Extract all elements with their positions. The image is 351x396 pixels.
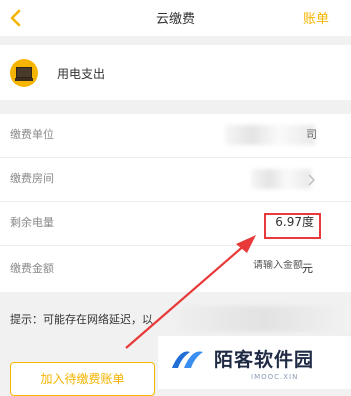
remaining-power-label: 剩余电量	[10, 216, 54, 229]
payment-unit-row[interactable]: 缴费单位 司	[0, 114, 351, 158]
chevron-right-icon	[308, 174, 315, 186]
payment-amount-label: 缴费金额	[10, 262, 54, 275]
payment-unit-value-redacted	[225, 125, 315, 145]
top-bar: 云缴费 账单	[0, 0, 351, 36]
bill-type-row[interactable]: 用电支出	[0, 45, 351, 100]
divider	[0, 245, 351, 246]
amount-unit: 元	[302, 262, 313, 275]
payment-room-row[interactable]: 缴费房间	[0, 158, 351, 202]
annotation-highlight-box	[264, 213, 321, 239]
payment-form: 缴费单位 司 缴费房间 剩余电量 6.97度 缴费金额 元	[0, 114, 351, 292]
tip-text: 提示：可能存在网络延迟，以	[10, 313, 153, 326]
tv-icon	[10, 59, 38, 87]
watermark-subtitle: IMOOC.XIN	[251, 373, 299, 381]
payment-unit-value-tail: 司	[306, 128, 317, 141]
payment-room-label: 缴费房间	[10, 172, 54, 185]
payment-unit-label: 缴费单位	[10, 128, 54, 141]
watermark-title: 陌客软件园	[214, 349, 315, 371]
watermark-logo-icon	[172, 351, 203, 368]
watermark: 陌客软件园 IMOOC.XIN	[158, 336, 351, 389]
tip-redacted	[176, 306, 351, 332]
payment-amount-row: 缴费金额 元	[0, 248, 351, 292]
add-pending-bill-button[interactable]: 加入待缴费账单	[10, 362, 155, 396]
page-title: 云缴费	[155, 12, 195, 27]
bill-link[interactable]: 账单	[303, 8, 329, 27]
bill-type-label: 用电支出	[57, 67, 106, 81]
payment-room-value-redacted	[251, 169, 311, 189]
amount-input[interactable]	[223, 260, 303, 271]
